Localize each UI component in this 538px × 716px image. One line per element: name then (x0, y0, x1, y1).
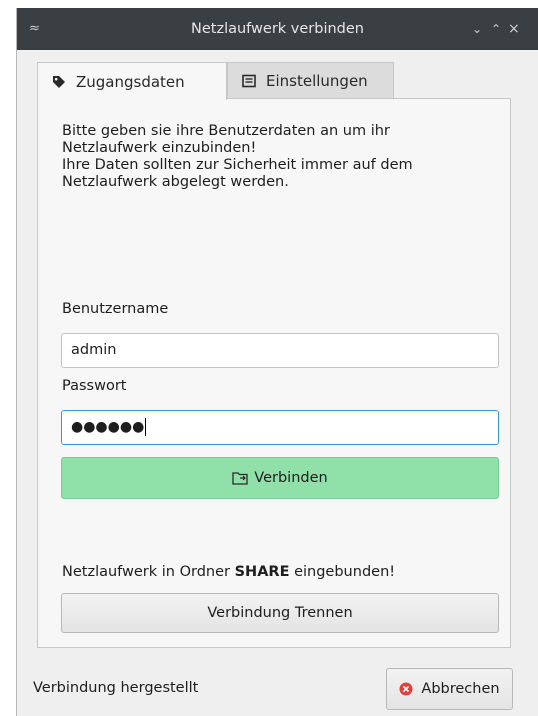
password-label: Passwort (62, 378, 127, 394)
tab-einstellungen[interactable]: Einstellungen (227, 62, 394, 99)
maximize-icon[interactable]: ⌃ (491, 8, 501, 50)
intro-line: Ihre Daten sollten zur Sicherheit immer … (62, 157, 413, 173)
disconnect-button[interactable]: Verbindung Trennen (61, 593, 499, 633)
window-title: Netzlaufwerk verbinden (191, 21, 364, 37)
cancel-icon (399, 682, 413, 696)
username-field[interactable]: admin (61, 333, 499, 368)
connect-button-label: Verbinden (254, 470, 328, 486)
connection-status: Verbindung hergestellt (33, 680, 199, 696)
cancel-button-label: Abbrechen (421, 681, 500, 697)
connect-button[interactable]: Verbinden (61, 457, 499, 499)
intro-line: Bitte geben sie ihre Benutzerdaten an um… (62, 123, 390, 139)
share-status: Netzlaufwerk in Ordner SHARE eingebunden… (62, 564, 395, 580)
minimize-icon[interactable]: ⌄ (472, 8, 482, 50)
tab-label: Einstellungen (266, 71, 368, 90)
username-label: Benutzername (62, 301, 169, 317)
tab-zugangsdaten[interactable]: Zugangsdaten (37, 62, 227, 100)
credentials-panel: Bitte geben sie ihre Benutzerdaten an um… (37, 98, 511, 648)
tag-icon (53, 75, 65, 88)
intro-line: Netzlaufwerk einzubinden! (62, 140, 257, 156)
share-status-prefix: Netzlaufwerk in Ordner (62, 564, 235, 580)
folder-connect-icon (232, 472, 248, 485)
text-caret (145, 418, 147, 436)
title-bar[interactable]: ≈ Netzlaufwerk verbinden ⌄ ⌃ × (17, 8, 538, 50)
share-status-suffix: eingebunden! (289, 564, 396, 580)
intro-line: Netzlaufwerk abgelegt werden. (62, 174, 289, 190)
close-icon[interactable]: × (508, 8, 520, 50)
dialog-window: ≈ Netzlaufwerk verbinden ⌄ ⌃ × Zugangsda… (16, 8, 538, 716)
intro-text: Bitte geben sie ihre Benutzerdaten an um… (62, 123, 492, 191)
tab-label: Zugangsdaten (76, 72, 185, 91)
password-field[interactable]: ●●●●●● (61, 410, 499, 445)
share-folder-name: SHARE (234, 564, 290, 580)
password-mask: ●●●●●● (71, 419, 145, 435)
cancel-button[interactable]: Abbrechen (386, 668, 513, 710)
disconnect-button-label: Verbindung Trennen (207, 605, 353, 621)
settings-list-icon (242, 74, 256, 87)
